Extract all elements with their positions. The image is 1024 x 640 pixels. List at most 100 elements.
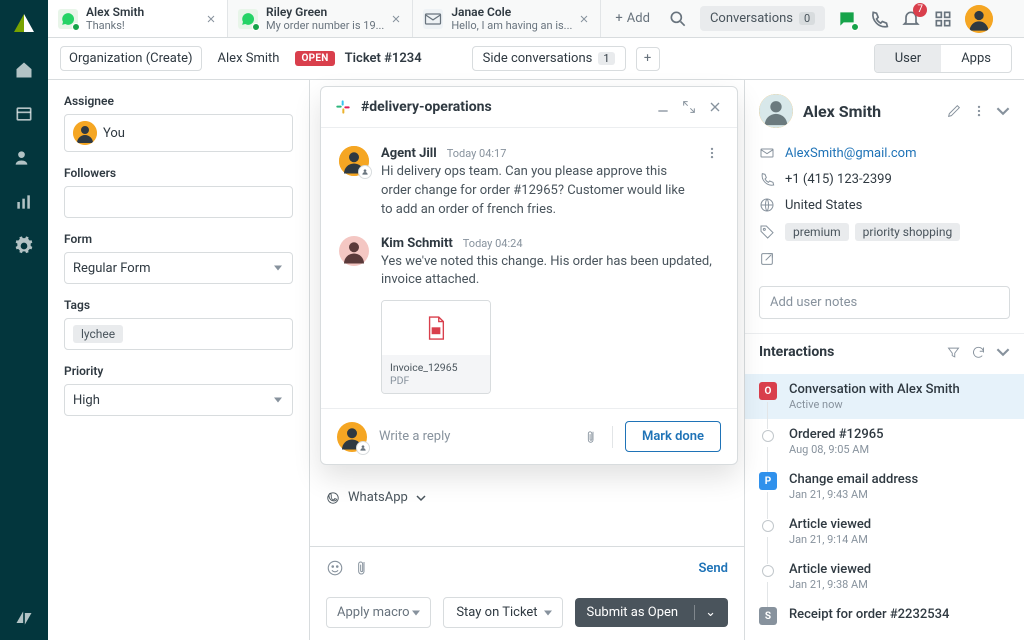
- tab-title: Riley Green: [266, 5, 384, 19]
- user-notes-input[interactable]: Add user notes: [759, 286, 1010, 319]
- side-conversation-card: #delivery-operations Agent Jill Today 04…: [320, 86, 738, 465]
- attachment-type: PDF: [390, 374, 482, 387]
- interactions-title: Interactions: [759, 344, 936, 360]
- timeline-item[interactable]: Article viewedJan 21, 9:14 AM: [745, 509, 1024, 554]
- org-crumb[interactable]: Organization (Create): [60, 46, 202, 71]
- form-select[interactable]: Regular Form: [64, 252, 293, 284]
- add-tab-button[interactable]: + Add: [609, 7, 656, 30]
- main-workspace: Assignee You Followers Form Regular Form…: [48, 80, 1024, 640]
- slack-icon: [335, 99, 351, 115]
- reply-input[interactable]: Write a reply: [379, 429, 574, 444]
- user-tab[interactable]: User: [875, 45, 941, 72]
- event-dot-icon: [762, 520, 774, 532]
- timeline-item[interactable]: O Conversation with Alex SmithActive now: [745, 374, 1024, 419]
- phone-icon: [759, 171, 775, 187]
- whatsapp-icon: [326, 491, 340, 505]
- expand-icon[interactable]: [681, 99, 697, 115]
- message: Kim Schmitt Today 04:24 Yes we've noted …: [339, 228, 719, 403]
- phone-icon[interactable]: [869, 9, 889, 29]
- ticket-number: Ticket #1234: [345, 51, 422, 66]
- pdf-icon: [382, 301, 490, 355]
- edit-icon[interactable]: [946, 103, 962, 119]
- send-button[interactable]: Send: [698, 561, 728, 576]
- avatar: [73, 121, 97, 145]
- form-label: Form: [64, 232, 293, 246]
- timeline-item[interactable]: Ordered #12965Aug 08, 9:05 AM: [745, 419, 1024, 464]
- conversation-panel: WhatsApp Send Apply macro Stay on Ticket…: [310, 80, 744, 640]
- tab-conversation-2[interactable]: Riley Green My order number is 19...: [228, 0, 413, 37]
- submit-button[interactable]: Submit as Open ⌄: [575, 598, 728, 627]
- views-icon[interactable]: [14, 104, 34, 124]
- apps-grid-icon[interactable]: [933, 9, 953, 29]
- stay-on-ticket-button[interactable]: Stay on Ticket: [443, 597, 562, 628]
- timeline-item[interactable]: P Change email addressJan 21, 9:43 AM: [745, 464, 1024, 509]
- more-icon[interactable]: [972, 104, 986, 118]
- more-icon[interactable]: [705, 146, 719, 160]
- channel-indicator[interactable]: WhatsApp: [310, 480, 744, 513]
- whatsapp-icon: [58, 9, 78, 29]
- ticket-status-badge: OPEN: [295, 51, 334, 66]
- tags-field[interactable]: lychee: [64, 318, 293, 350]
- reporting-icon[interactable]: [14, 192, 34, 212]
- home-icon[interactable]: [14, 60, 34, 80]
- filter-icon[interactable]: [946, 345, 961, 360]
- close-icon[interactable]: [707, 99, 723, 115]
- search-icon[interactable]: [668, 9, 688, 29]
- side-conversations-button[interactable]: Side conversations 1: [472, 46, 626, 71]
- emoji-icon[interactable]: [326, 559, 344, 577]
- attachment-icon[interactable]: [586, 428, 600, 446]
- status-pending-icon: P: [759, 472, 777, 490]
- attachment-name: Invoice_12965: [390, 361, 482, 374]
- user-email[interactable]: AlexSmith@gmail.com: [785, 146, 917, 161]
- user-context-panel: Alex Smith AlexSmith@gmail.com +1 (415) …: [744, 80, 1024, 640]
- message-author: Kim Schmitt: [381, 236, 453, 251]
- attachment[interactable]: Invoice_12965 PDF: [381, 300, 491, 394]
- refresh-icon[interactable]: [971, 345, 986, 360]
- status-solved-icon: S: [759, 607, 777, 625]
- ticket-form-panel: Assignee You Followers Form Regular Form…: [48, 80, 310, 640]
- tab-subtitle: Thanks!: [86, 19, 199, 32]
- status-open-icon: O: [759, 382, 777, 400]
- followers-field[interactable]: [64, 186, 293, 218]
- followers-label: Followers: [64, 166, 293, 180]
- event-dot-icon: [762, 430, 774, 442]
- tab-conversation-3[interactable]: Janae Cole Hello, I am having an is...: [413, 0, 601, 37]
- tab-title: Janae Cole: [451, 5, 572, 19]
- chevron-down-icon: [416, 493, 426, 503]
- close-icon[interactable]: [578, 13, 590, 25]
- assignee-label: Assignee: [64, 94, 293, 108]
- attachment-icon[interactable]: [356, 559, 372, 577]
- chevron-down-icon[interactable]: [996, 104, 1010, 118]
- zendesk-icon[interactable]: [14, 608, 34, 628]
- customers-icon[interactable]: [14, 148, 34, 168]
- chevron-down-icon[interactable]: [996, 345, 1010, 359]
- message: Agent Jill Today 04:17 Hi delivery ops t…: [339, 138, 719, 228]
- timeline-item[interactable]: Article viewedJan 21, 9:38 AM: [745, 554, 1024, 599]
- app-logo-icon: [12, 12, 36, 36]
- chevron-down-icon[interactable]: ⌄: [694, 605, 716, 620]
- timeline-item[interactable]: S Receipt for order #2232534: [745, 599, 1024, 633]
- user-name: Alex Smith: [803, 102, 936, 121]
- event-dot-icon: [762, 565, 774, 577]
- mark-done-button[interactable]: Mark done: [625, 421, 721, 452]
- priority-label: Priority: [64, 364, 293, 378]
- user-crumb[interactable]: Alex Smith: [212, 47, 286, 70]
- apps-tab[interactable]: Apps: [941, 45, 1011, 72]
- chat-icon[interactable]: [837, 9, 857, 29]
- notifications-icon[interactable]: 7: [901, 9, 921, 29]
- macro-select[interactable]: Apply macro: [326, 597, 431, 628]
- panel-toggle: User Apps: [874, 44, 1012, 73]
- assignee-field[interactable]: You: [64, 114, 293, 152]
- add-side-conversation-button[interactable]: +: [636, 47, 660, 71]
- message-time: Today 04:24: [463, 237, 523, 250]
- tab-conversation-1[interactable]: Alex Smith Thanks!: [48, 0, 228, 37]
- user-avatar[interactable]: [965, 5, 993, 33]
- left-nav-rail: [0, 0, 48, 640]
- admin-gear-icon[interactable]: [14, 236, 34, 256]
- conversations-button[interactable]: Conversations 0: [700, 6, 825, 31]
- minimize-icon[interactable]: [655, 99, 671, 115]
- close-icon[interactable]: [390, 13, 402, 25]
- close-icon[interactable]: [205, 13, 217, 25]
- priority-select[interactable]: High: [64, 384, 293, 416]
- tab-subtitle: Hello, I am having an is...: [451, 19, 572, 32]
